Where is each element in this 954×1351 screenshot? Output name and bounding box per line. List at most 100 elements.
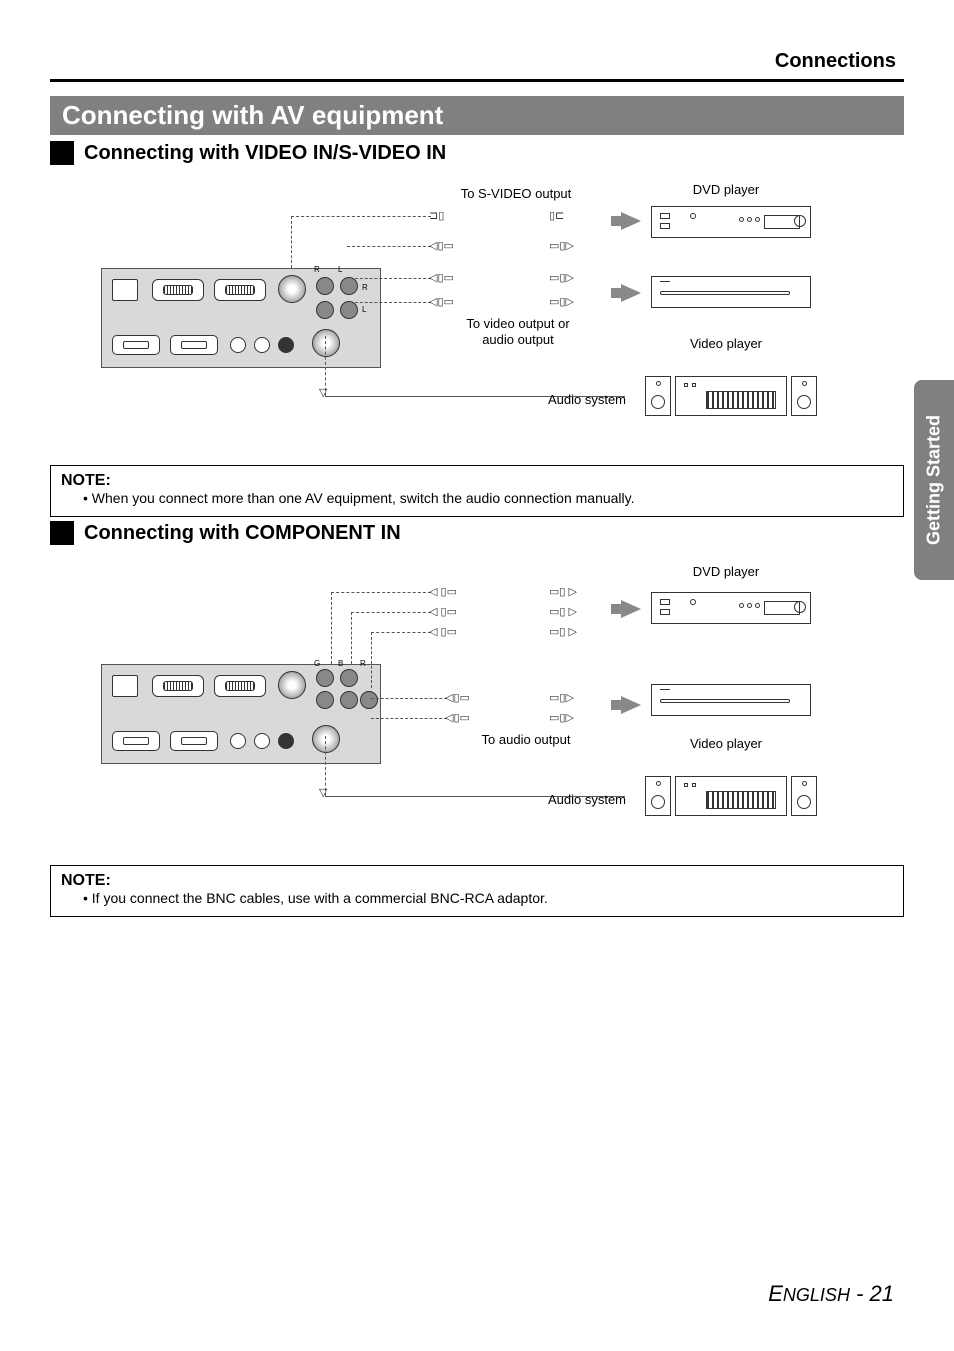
port-letter: R [314,265,320,275]
speaker-icon [645,376,671,416]
subheading-text: Connecting with COMPONENT IN [84,522,401,545]
dvd-player-label: DVD player [661,564,791,580]
vga-port [152,675,204,697]
bullet-icon [50,141,74,165]
audio-jack [360,691,378,709]
plug-icon: ▽ [319,386,327,399]
arrow-icon [621,212,641,230]
footer-lang-initial: E [768,1281,783,1306]
audio-output-label: To audio output [471,732,581,748]
component-jack-y [316,669,334,687]
plug-icon: ⊐▯ [429,209,444,222]
serial-port [112,731,160,751]
plug-icon: ▽ [319,786,327,799]
note-title: NOTE: [61,472,893,490]
plug-icon: ◁▯▭ [429,239,454,252]
subheading-video-svideo: Connecting with VIDEO IN/S-VIDEO IN [50,141,904,165]
rca-jack [316,301,334,319]
projector-panel: G B R [101,664,381,764]
footer-sep: - [850,1281,870,1306]
vga-port-2 [214,279,266,301]
audio-system-label: Audio system [537,792,637,808]
video-player-label: Video player [661,736,791,752]
plug-icon: ◁▯▭ [429,271,454,284]
bullet-icon [50,521,74,545]
plug-icon: ◁ ▯▭ [429,585,457,598]
dvd-player-icon [651,592,811,624]
serial-port [112,335,160,355]
variable-out-jack [312,725,340,753]
dvd-player-icon [651,206,811,238]
note-bullet: • When you connect more than one AV equi… [83,490,893,506]
cable-line [371,698,447,699]
note-box: NOTE: • When you connect more than one A… [50,465,904,517]
rca-jack [340,277,358,295]
plug-icon: ▭▯▷ [549,711,574,724]
plug-icon: ▭▯ ▷ [549,605,577,618]
video-player-icon [651,684,811,716]
cable-line [291,216,292,268]
cable-line [331,592,431,593]
mini-jack [230,337,246,353]
note-title: NOTE: [61,872,893,890]
subheading-text: Connecting with VIDEO IN/S-VIDEO IN [84,142,446,165]
video-audio-output-label: To video output or audio output [453,316,583,347]
rca-jack [316,277,334,295]
plug-icon: ◁ ▯▭ [429,625,457,638]
plug-icon: ◁ ▯▭ [429,605,457,618]
svideo-jack [278,275,306,303]
mini-jack [254,337,270,353]
component-jack-pb [340,669,358,687]
audio-system-label: Audio system [537,392,637,408]
cable-line [347,246,431,247]
audio-jack [340,691,358,709]
variable-out-jack [312,329,340,357]
note-text: If you connect the BNC cables, use with … [92,890,548,906]
plug-icon: ▭▯▷ [549,691,574,704]
video-player-icon [651,276,811,308]
side-tab-getting-started: Getting Started [914,380,954,580]
power-port [112,279,138,301]
note-box: NOTE: • If you connect the BNC cables, u… [50,865,904,917]
note-bullet: • If you connect the BNC cables, use wit… [83,890,893,906]
serial-port-2 [170,731,218,751]
svideo-jack [278,671,306,699]
plug-icon: ◁▯▭ [429,295,454,308]
port-letter: L [338,265,342,275]
plug-icon: ▭▯ ▷ [549,625,577,638]
arrow-icon [621,284,641,302]
port-letter: B [338,659,343,669]
diagram-component: G B R ◁ ▯▭ ◁ ▯▭ ◁ ▯▭ ▭▯ ▷ ▭ [50,555,904,855]
footer-lang-rest: NGLISH [783,1285,850,1305]
cable-line [351,612,352,664]
page-footer: ENGLISH - 21 [768,1281,894,1307]
page-title-bar: Connecting with AV equipment [50,96,904,135]
serial-port-2 [170,335,218,355]
speaker-icon [645,776,671,816]
port-letter: R [360,659,366,669]
note-text: When you connect more than one AV equipm… [92,490,635,506]
vga-port [152,279,204,301]
cable-line [331,592,332,664]
port-letter: L [362,305,366,315]
header-rule [50,79,904,82]
plug-icon: ▭▯▷ [549,239,574,252]
cable-line [351,612,431,613]
plug-icon: ◁▯▭ [445,691,470,704]
plug-icon: ▭▯ ▷ [549,585,577,598]
cable-line [371,632,372,688]
plug-icon: ▭▯▷ [549,295,574,308]
cable-line [371,718,447,719]
plug-icon: ▯⊏ [549,209,564,222]
cable-line [291,216,431,217]
svideo-output-label: To S-VIDEO output [451,186,581,202]
plug-icon: ◁▯▭ [445,711,470,724]
port-letter: R [362,283,368,293]
projector-panel: R L R L [101,268,381,368]
audio-system-icon [675,776,787,816]
section-header: Connections [50,50,904,73]
mini-jack [254,733,270,749]
subheading-component: Connecting with COMPONENT IN [50,521,904,545]
rca-jack [340,301,358,319]
speaker-icon [791,776,817,816]
